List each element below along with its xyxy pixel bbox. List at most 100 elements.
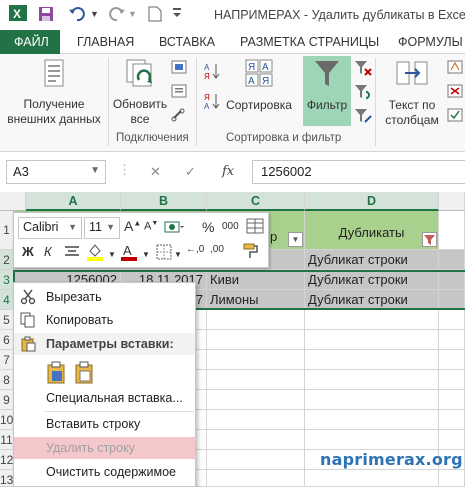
tab-page-layout[interactable]: РАЗМЕТКА СТРАНИЦЫ — [240, 30, 379, 54]
cell-c4[interactable]: Лимоны — [207, 290, 305, 310]
align-center-icon[interactable] — [64, 245, 80, 262]
column-header-d[interactable]: D — [305, 192, 439, 211]
cell-d9[interactable] — [305, 390, 439, 410]
sort-ascending-icon[interactable]: AЯ — [204, 62, 220, 83]
row-header-11[interactable]: 11 — [0, 430, 13, 450]
cell-d1[interactable]: Дубликаты — [305, 211, 439, 250]
cell-c8[interactable] — [207, 370, 305, 390]
cell-e9[interactable] — [439, 390, 465, 410]
chevron-down-icon[interactable]: ▼ — [142, 250, 150, 259]
reapply-filter-icon[interactable] — [354, 84, 372, 103]
cell-c6[interactable] — [207, 330, 305, 350]
row-header-10[interactable]: 10 — [0, 410, 13, 430]
cell-d2[interactable]: Дубликат строки — [305, 250, 439, 270]
new-document-icon[interactable] — [148, 6, 162, 25]
cell-e11[interactable] — [439, 430, 465, 450]
cell-c13[interactable] — [207, 470, 305, 487]
cell-c10[interactable] — [207, 410, 305, 430]
column-header-b[interactable]: B — [121, 192, 207, 211]
cell-e7[interactable] — [439, 350, 465, 370]
row-header-4[interactable]: 4 — [0, 290, 13, 310]
row-header-12[interactable]: 12 — [0, 450, 13, 470]
cell-b13[interactable] — [196, 470, 207, 487]
cell-d6[interactable] — [305, 330, 439, 350]
cell-d4[interactable]: Дубликат строки — [305, 290, 439, 310]
cell-b6[interactable] — [196, 330, 207, 350]
cell-d11[interactable] — [305, 430, 439, 450]
format-painter-icon[interactable] — [242, 242, 260, 265]
quick-access-customize-icon[interactable] — [172, 7, 182, 22]
cell-e4[interactable] — [439, 290, 465, 310]
clear-filter-icon[interactable] — [354, 60, 372, 79]
cell-b12[interactable] — [196, 450, 207, 470]
fill-color-icon[interactable] — [86, 242, 104, 265]
cell-c11[interactable] — [207, 430, 305, 450]
increase-decimal-icon[interactable]: ←,0 — [186, 244, 204, 255]
filter-dropdown-c-icon[interactable]: ▼ — [288, 232, 303, 247]
cell-d5[interactable] — [305, 310, 439, 330]
cell-e13[interactable] — [439, 470, 465, 487]
row-header-3[interactable]: 3 — [0, 270, 13, 290]
cancel-entry-button[interactable]: ✕ — [150, 164, 161, 180]
cell-d3[interactable]: Дубликат строки — [305, 270, 439, 290]
row-header-5[interactable]: 5 — [0, 310, 13, 330]
decrease-decimal-icon[interactable]: ,00 — [210, 244, 224, 255]
confirm-entry-button[interactable]: ✓ — [185, 164, 196, 180]
font-name-select[interactable]: Calibri ▼ — [18, 217, 82, 239]
cell-e10[interactable] — [439, 410, 465, 430]
refresh-all-button[interactable]: Обновить все — [110, 58, 170, 127]
sort-button[interactable]: ЯAAЯ Сортировка — [222, 58, 296, 113]
cell-b10[interactable] — [196, 410, 207, 430]
filter-button[interactable]: Фильтр — [303, 56, 351, 126]
cell-d8[interactable] — [305, 370, 439, 390]
format-painter-table-icon[interactable] — [246, 218, 264, 237]
row-header-6[interactable]: 6 — [0, 330, 13, 350]
paste-values-icon[interactable] — [74, 361, 96, 388]
decrease-font-size-icon[interactable]: A▼ — [144, 220, 158, 233]
menu-item-delete-row[interactable]: Удалить строку — [14, 437, 195, 459]
cell-b8[interactable] — [196, 370, 207, 390]
data-validation-icon[interactable] — [447, 108, 463, 125]
select-all-corner[interactable] — [0, 192, 26, 211]
cell-c12[interactable] — [207, 450, 305, 470]
cell-e6[interactable] — [439, 330, 465, 350]
row-header-8[interactable]: 8 — [0, 370, 13, 390]
formula-input[interactable]: 1256002 — [252, 160, 465, 184]
cell-c3[interactable]: Киви — [207, 270, 305, 290]
menu-item-cut[interactable]: Вырезать — [14, 286, 195, 308]
menu-item-clear-contents[interactable]: Очистить содержимое — [14, 461, 195, 483]
row-header-7[interactable]: 7 — [0, 350, 13, 370]
italic-button[interactable]: К — [44, 244, 52, 259]
row-header-2[interactable]: 2 — [0, 250, 13, 270]
tab-home[interactable]: ГЛАВНАЯ — [77, 30, 134, 54]
chevron-down-icon[interactable]: ▼ — [174, 250, 182, 259]
row-header-13[interactable]: 13 — [0, 470, 13, 487]
menu-item-insert-row[interactable]: Вставить строку — [14, 413, 195, 435]
tab-file[interactable]: ФАЙЛ — [0, 30, 60, 54]
text-to-columns-button[interactable]: Текст по столбцам — [379, 58, 445, 128]
connections-icon[interactable] — [171, 60, 187, 77]
paste-keep-formatting-icon[interactable] — [46, 361, 68, 388]
save-icon[interactable] — [38, 6, 54, 25]
flash-fill-icon[interactable] — [447, 60, 463, 77]
sort-descending-icon[interactable]: ЯA — [204, 92, 220, 113]
font-color-icon[interactable]: A — [120, 242, 138, 265]
filter-active-d-icon[interactable] — [422, 232, 437, 247]
comma-style-button[interactable]: 000 — [222, 221, 239, 232]
cell-c5[interactable] — [207, 310, 305, 330]
properties-icon[interactable] — [171, 84, 187, 101]
cell-e5[interactable] — [439, 310, 465, 330]
insert-function-button[interactable]: fx — [222, 164, 234, 179]
percent-style-button[interactable]: % — [202, 219, 214, 235]
font-size-select[interactable]: 11 ▼ — [84, 217, 120, 239]
cell-e3[interactable] — [439, 270, 465, 290]
accounting-format-icon[interactable] — [164, 219, 184, 238]
cell-c9[interactable] — [207, 390, 305, 410]
redo-dropdown-icon[interactable]: ▼ — [128, 9, 137, 19]
borders-icon[interactable] — [156, 244, 172, 263]
row-header-9[interactable]: 9 — [0, 390, 13, 410]
cell-c7[interactable] — [207, 350, 305, 370]
menu-item-paste-special[interactable]: Специальная вставка... — [14, 387, 195, 409]
menu-item-copy[interactable]: Копировать — [14, 309, 195, 331]
column-header-e[interactable] — [439, 192, 465, 211]
